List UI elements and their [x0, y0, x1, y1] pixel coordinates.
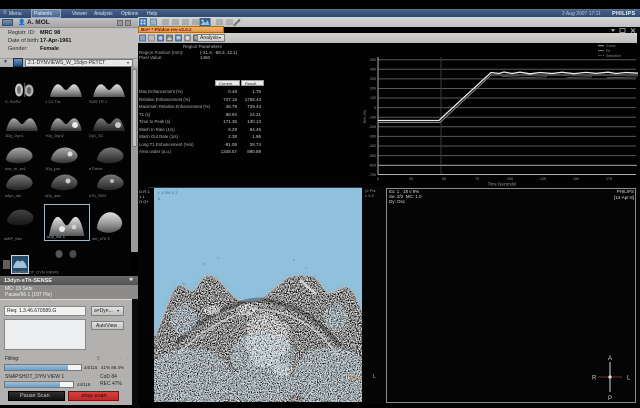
svg-text:del_sTh 3: del_sTh 3 — [92, 236, 110, 241]
svg-text:300: 300 — [370, 77, 376, 81]
svg-text:L: L — [627, 376, 631, 382]
svg-text:25: 25 — [409, 177, 413, 181]
svg-text:50: 50 — [442, 177, 446, 181]
svg-text:-200: -200 — [369, 125, 376, 129]
svg-text:sDy_cur 1: sDy_cur 1 — [47, 234, 66, 239]
svg-text:1Dy_Dyn1: 1Dy_Dyn1 — [5, 133, 24, 138]
svg-text:-300: -300 — [369, 135, 376, 139]
svg-text:k: k — [158, 196, 160, 201]
svg-text:sdyn_del: sdyn_del — [5, 193, 21, 198]
svg-text:0: 0 — [374, 106, 376, 110]
svg-text:75: 75 — [475, 177, 479, 181]
svg-text:-100: -100 — [369, 115, 376, 119]
svg-text:-400: -400 — [369, 144, 376, 148]
svg-text:100: 100 — [507, 177, 513, 181]
svg-text:A: A — [608, 356, 612, 362]
svg-text:P: P — [608, 396, 612, 402]
svg-text:+Dy_Dyn2: +Dy_Dyn2 — [45, 133, 65, 138]
svg-text:S: SURV: S: SURV — [5, 99, 21, 104]
svg-text:100: 100 — [370, 96, 376, 100]
svg-text:-700: -700 — [369, 173, 376, 177]
svg-text:R: R — [592, 376, 597, 382]
svg-text:SUR TR 1: SUR TR 1 — [89, 99, 108, 104]
svg-text:1Dy_pro: 1Dy_pro — [45, 166, 61, 171]
svg-text:200: 200 — [370, 87, 376, 91]
svg-text:-600: -600 — [369, 163, 376, 167]
svg-text:eThrive: eThrive — [89, 166, 103, 171]
svg-text:Fit: Fit — [606, 49, 610, 53]
svg-text:175: 175 — [606, 177, 612, 181]
svg-text:Enh (%): Enh (%) — [363, 110, 367, 123]
svg-text:SNAPSHOT_DYN VIEWS: SNAPSHOT_DYN VIEWS — [12, 270, 59, 275]
svg-text:Dy1_S1: Dy1_S1 — [89, 133, 104, 138]
svg-text:125: 125 — [540, 177, 546, 181]
svg-text:0 1 F: 0 1 F — [350, 376, 361, 382]
svg-text:0: 0 — [377, 177, 379, 181]
svg-text:sMIP_thin: sMIP_thin — [4, 236, 22, 241]
svg-text:sTh_SEN: sTh_SEN — [89, 193, 106, 198]
svg-text:sDy_sub: sDy_sub — [45, 193, 61, 198]
svg-text:L 1.3% S 2: L 1.3% S 2 — [158, 190, 178, 195]
svg-text:500: 500 — [370, 58, 376, 62]
svg-text:Curve: Curve — [606, 44, 616, 48]
svg-text:-500: -500 — [369, 154, 376, 158]
svg-text:400: 400 — [370, 68, 376, 72]
svg-text:150: 150 — [573, 177, 579, 181]
svg-text:dce_re_se1: dce_re_se1 — [5, 166, 27, 171]
svg-text:Selection: Selection — [606, 54, 621, 58]
svg-text:1 C2 Tra: 1 C2 Tra — [45, 99, 61, 104]
